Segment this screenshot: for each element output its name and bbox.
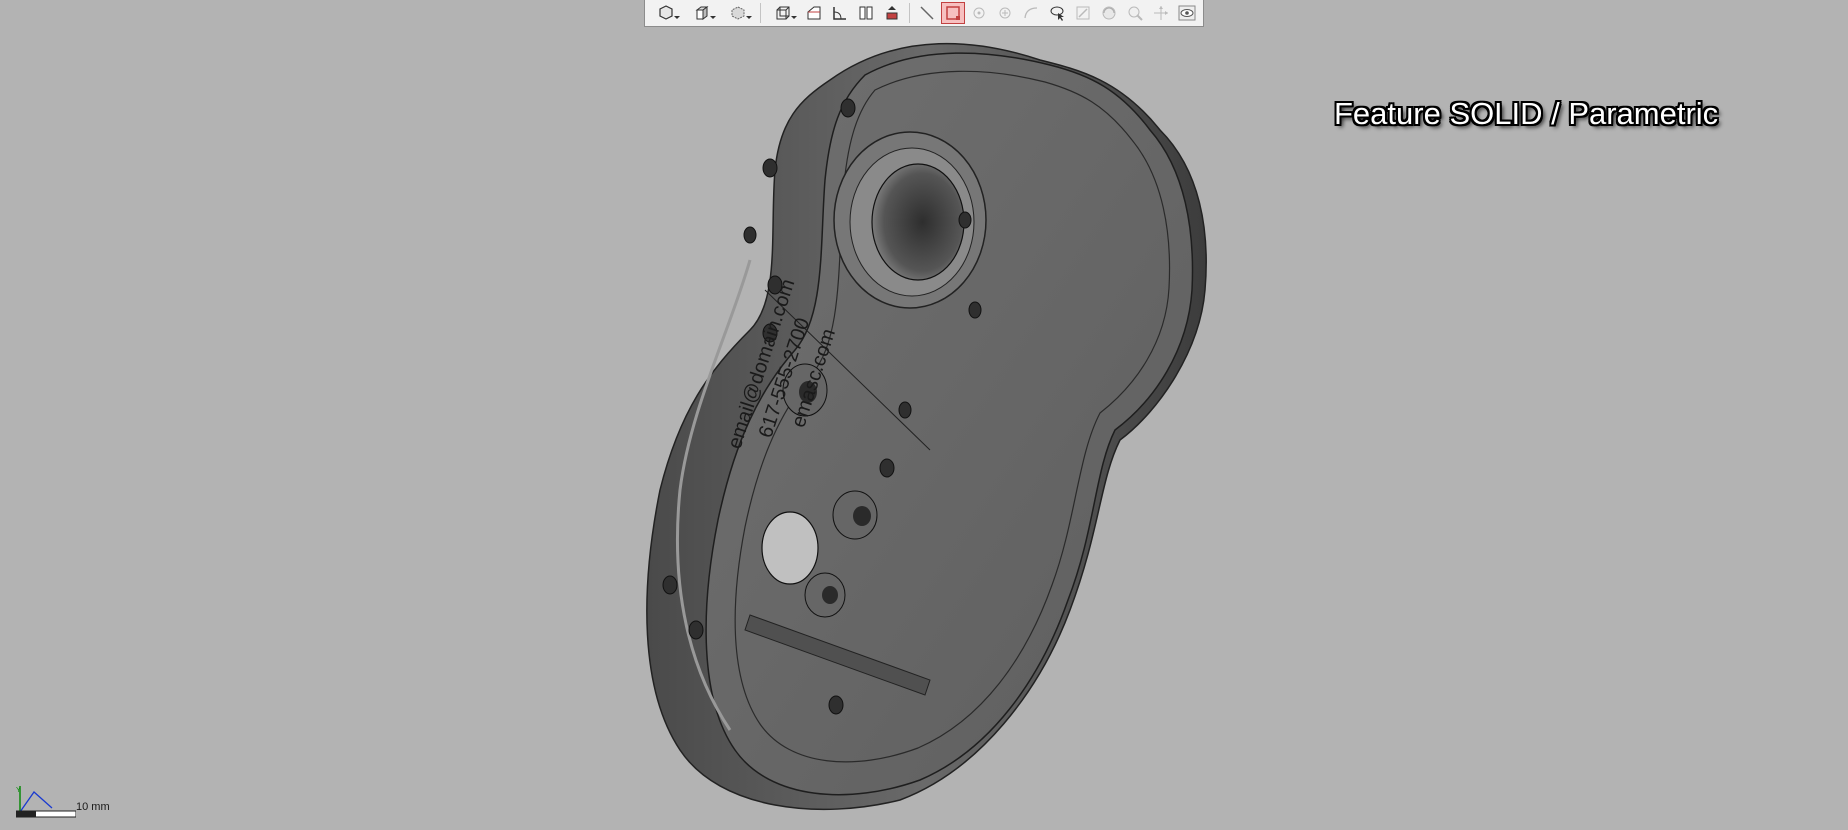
measure-angle-icon <box>833 7 846 20</box>
cad-viewport[interactable]: Feature SOLID / Parametric email@domain.… <box>0 0 1848 830</box>
pan-view-button[interactable] <box>1149 2 1173 24</box>
section-view-button[interactable] <box>802 2 826 24</box>
explode-view-button[interactable] <box>880 2 904 24</box>
rotate-view-button[interactable] <box>1097 2 1121 24</box>
center-point-icon <box>999 7 1011 19</box>
point-tool-button[interactable] <box>967 2 991 24</box>
edit-feature-button[interactable] <box>1071 2 1095 24</box>
section-view-icon <box>807 6 821 20</box>
center-point-button[interactable] <box>993 2 1017 24</box>
display-style-button[interactable] <box>721 2 755 24</box>
cube-view-icon <box>695 6 709 20</box>
lasso-select-button[interactable] <box>1045 2 1069 24</box>
arc-tool-icon <box>1024 7 1038 19</box>
wireframe-box-icon <box>776 6 790 20</box>
explode-view-icon <box>886 6 898 20</box>
rotate-view-icon <box>1102 6 1116 20</box>
axis-triad: Y <box>16 786 76 818</box>
solid-shape-button[interactable] <box>649 2 683 24</box>
feature-overlay-label: Feature SOLID / Parametric <box>1334 96 1719 131</box>
point-tool-icon <box>973 7 985 19</box>
lasso-select-icon <box>1050 6 1064 21</box>
line-tool-icon <box>920 6 934 20</box>
measure-angle-button[interactable] <box>828 2 852 24</box>
arc-tool-button[interactable] <box>1019 2 1043 24</box>
cad-part-model[interactable]: email@domain.com 617-555-2700 emasc.com <box>600 30 1240 830</box>
view-toolbar <box>644 0 1204 27</box>
eye-visibility-icon <box>1178 5 1196 21</box>
solid-shape-icon <box>659 5 673 20</box>
split-view-button[interactable] <box>854 2 878 24</box>
through-hole <box>761 511 819 585</box>
zoom-view-button[interactable] <box>1123 2 1147 24</box>
zoom-view-icon <box>1128 6 1143 21</box>
select-box-button[interactable] <box>941 2 965 24</box>
bore-hole <box>871 163 965 281</box>
select-box-icon <box>946 6 960 20</box>
line-tool-button[interactable] <box>915 2 939 24</box>
cube-view-button[interactable] <box>685 2 719 24</box>
toolbar-separator <box>909 3 910 23</box>
eye-visibility-button[interactable] <box>1175 2 1199 24</box>
svg-text:Y: Y <box>16 787 21 794</box>
display-style-icon <box>731 6 745 20</box>
split-view-icon <box>859 6 873 20</box>
scale-label: 10 mm <box>76 801 110 813</box>
toolbar-separator <box>760 3 761 23</box>
pan-view-icon <box>1154 6 1168 20</box>
wireframe-box-button[interactable] <box>766 2 800 24</box>
edit-feature-icon <box>1076 6 1090 20</box>
